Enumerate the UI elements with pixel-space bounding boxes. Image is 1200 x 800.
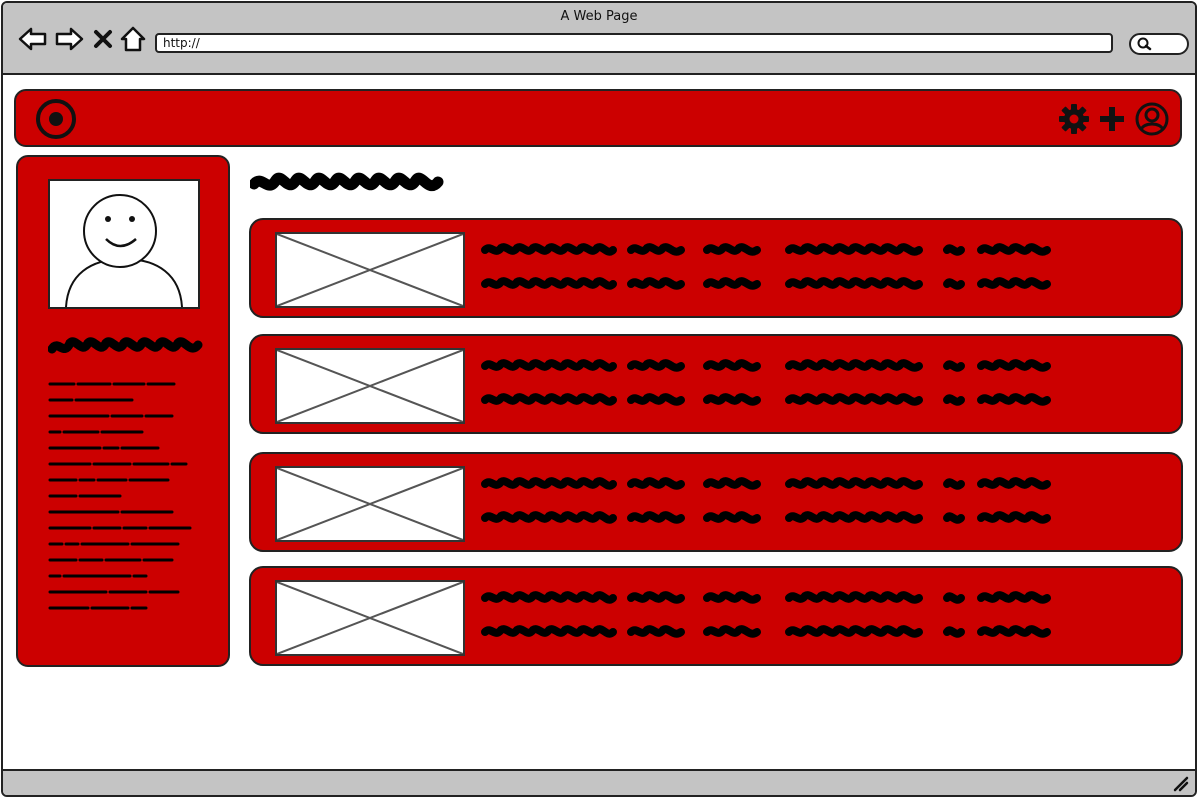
resize-grip-icon[interactable] — [1171, 774, 1189, 792]
page-title-scribble — [250, 172, 444, 192]
item-text-scribble — [481, 477, 1051, 524]
search-icon — [1137, 37, 1152, 51]
smiley-user-icon — [65, 194, 183, 307]
item-text-scribble — [481, 591, 1051, 638]
avatar — [48, 179, 200, 309]
list-item[interactable] — [249, 334, 1183, 434]
item-text-scribble — [481, 243, 1051, 290]
image-placeholder — [275, 466, 465, 542]
app-header — [14, 89, 1182, 147]
list-item[interactable] — [249, 566, 1183, 666]
home-icon[interactable] — [117, 25, 149, 53]
item-text-scribble — [481, 359, 1051, 406]
stop-icon[interactable] — [87, 25, 119, 53]
target-logo-icon[interactable] — [34, 97, 78, 141]
browser-search-box[interactable] — [1129, 33, 1189, 55]
address-bar[interactable]: http:// — [155, 33, 1113, 53]
back-arrow-icon[interactable] — [17, 25, 49, 53]
profile-name-scribble — [48, 337, 203, 354]
profile-bio-scribble — [48, 382, 192, 610]
image-placeholder — [275, 348, 465, 424]
image-placeholder — [275, 580, 465, 656]
profile-sidebar — [16, 155, 230, 667]
gear-icon[interactable] — [1058, 103, 1090, 135]
window-title: A Web Page — [560, 9, 638, 24]
list-item[interactable] — [249, 218, 1183, 318]
list-item[interactable] — [249, 452, 1183, 552]
user-icon[interactable] — [1134, 101, 1170, 137]
image-placeholder — [275, 232, 465, 308]
forward-arrow-icon[interactable] — [53, 25, 85, 53]
plus-icon[interactable] — [1098, 105, 1126, 133]
browser-statusbar — [3, 769, 1195, 795]
browser-titlebar: A Web Page http:// — [3, 3, 1195, 75]
